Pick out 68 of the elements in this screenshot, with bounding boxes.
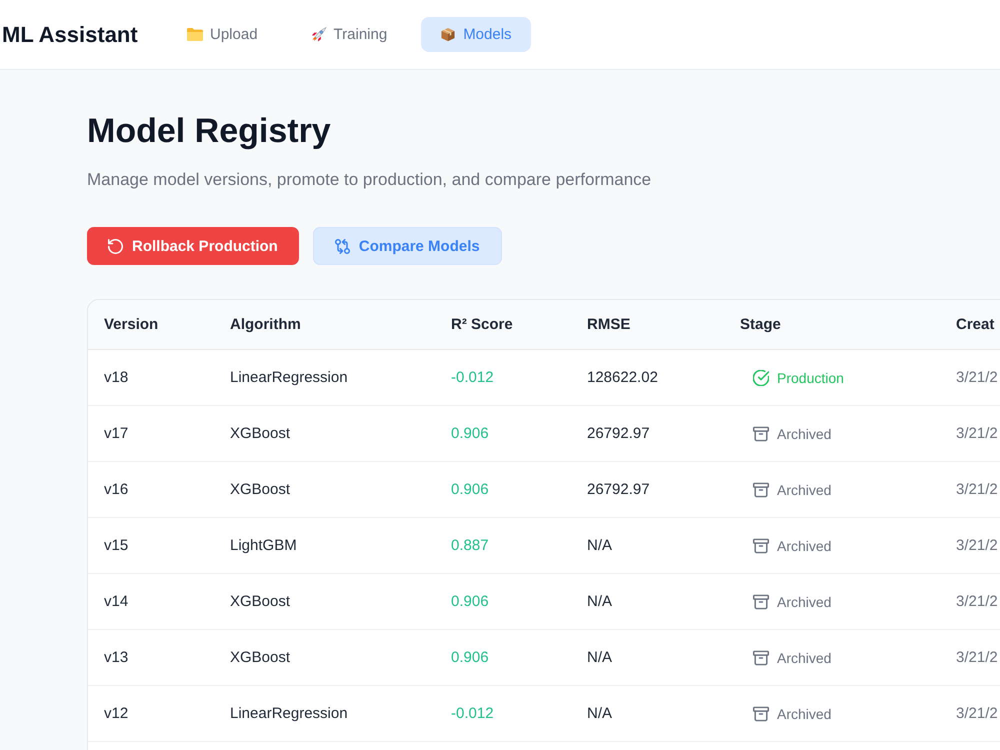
table-cell: XGBoost — [230, 593, 290, 610]
app-title: ML Assistant — [2, 22, 138, 46]
nav-tab[interactable]: Training — [292, 17, 406, 52]
table-cell: -0.012 — [451, 369, 494, 386]
stage-label: Archived — [777, 650, 832, 666]
table-cell: v12 — [104, 705, 128, 722]
column-header: R² Score — [451, 316, 513, 333]
table-cell: 3/21/2 — [956, 425, 998, 442]
archive-box-icon — [753, 650, 769, 666]
table-cell: XGBoost — [230, 481, 290, 498]
table-cell: v18 — [104, 369, 128, 386]
table-cell: XGBoost — [230, 425, 290, 442]
table-cell: N/A — [587, 593, 612, 610]
package-icon — [440, 27, 456, 42]
table-cell: v16 — [104, 481, 128, 498]
archive-box-icon — [753, 538, 769, 554]
compare-arrows-icon — [334, 238, 350, 254]
table-cell: v14 — [104, 593, 128, 610]
table-cell: 26792.97 — [587, 425, 650, 442]
folder-icon — [187, 27, 203, 42]
rotate-left-icon — [108, 238, 123, 254]
table-cell: 0.906 — [451, 649, 489, 666]
table-cell: v17 — [104, 425, 128, 442]
table-cell: 3/21/2 — [956, 537, 998, 554]
table-cell: LinearRegression — [230, 705, 348, 722]
table-cell: 0.906 — [451, 425, 489, 442]
table-cell: 0.887 — [451, 537, 489, 554]
page-title: Model Registry — [87, 111, 332, 152]
table-cell: LightGBM — [230, 537, 297, 554]
compare-button[interactable]: Compare Models — [312, 227, 502, 265]
table-cell: 3/21/2 — [956, 649, 998, 666]
table-cell: v13 — [104, 649, 128, 666]
page-subtitle: Manage model versions, promote to production, and compare performance — [87, 169, 652, 191]
table-cell: 0.906 — [451, 593, 489, 610]
column-header: Stage — [740, 316, 781, 333]
archive-box-icon — [753, 482, 769, 498]
stage-label: Production — [777, 370, 844, 386]
archive-box-icon — [753, 594, 769, 610]
table-cell: 26792.97 — [587, 481, 650, 498]
rollback-button[interactable]: Rollback Production — [87, 227, 299, 265]
archive-box-icon — [753, 426, 769, 442]
table-cell: v15 — [104, 537, 128, 554]
stage-label: Archived — [777, 426, 832, 442]
table-cell: 3/21/2 — [956, 481, 998, 498]
table-cell: N/A — [587, 705, 612, 722]
table-cell: 3/21/2 — [956, 705, 998, 722]
table-cell: XGBoost — [230, 649, 290, 666]
table-cell: 128622.02 — [587, 369, 658, 386]
table-cell: LinearRegression — [230, 369, 348, 386]
archive-box-icon — [753, 706, 769, 722]
table-cell: 3/21/2 — [956, 593, 998, 610]
column-header: RMSE — [587, 316, 630, 333]
rocket-icon — [310, 27, 327, 42]
stage-label: Archived — [777, 594, 832, 610]
table-cell: -0.012 — [451, 705, 494, 722]
column-header: Version — [104, 316, 158, 333]
column-header: Algorithm — [230, 316, 301, 333]
column-header: Creat — [956, 316, 994, 333]
stage-label: Archived — [777, 538, 832, 554]
table-cell: 3/21/2 — [956, 369, 998, 386]
table-cell: N/A — [587, 537, 612, 554]
table-cell: N/A — [587, 649, 612, 666]
table-cell: 0.906 — [451, 481, 489, 498]
stage-label: Archived — [777, 706, 832, 722]
nav-tab[interactable]: Models — [421, 17, 531, 52]
check-circle-icon — [753, 370, 769, 386]
nav-tab[interactable]: Upload — [168, 17, 277, 52]
stage-label: Archived — [777, 482, 832, 498]
